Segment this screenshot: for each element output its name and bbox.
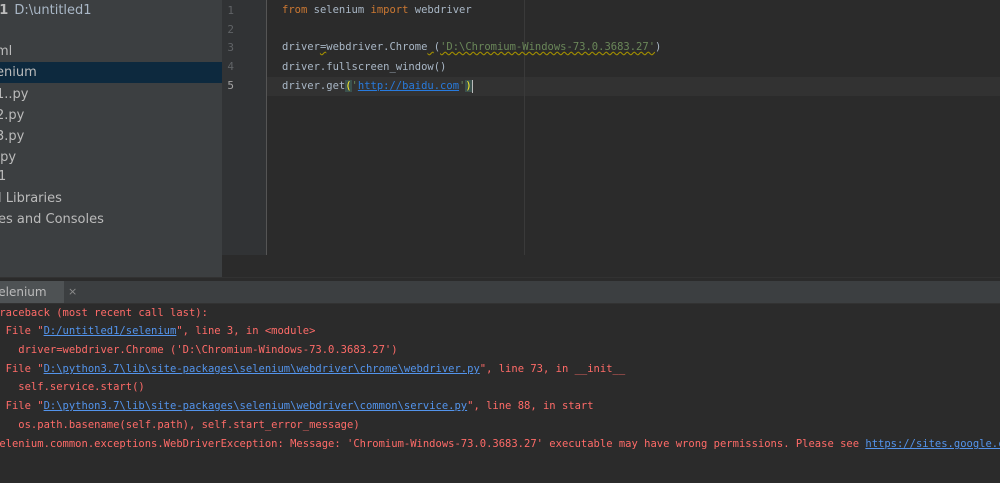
code-line-3: driver=webdriver.Chrome ('D:\Chromium-Wi… <box>282 38 661 56</box>
text-caret <box>471 79 473 93</box>
code-paren: ) <box>655 41 662 53</box>
code-call: webdriver.Chrome <box>326 41 428 53</box>
file-link[interactable]: D:\python3.7\lib\site-packages\selenium\… <box>44 400 468 412</box>
file-link[interactable]: D:\python3.7\lib\site-packages\selenium\… <box>44 363 480 375</box>
tree-item-label: 1..py <box>0 87 29 102</box>
keyword: from <box>282 4 308 16</box>
code-line-4: driver.fullscreen_window() <box>282 61 447 73</box>
line-number: 3 <box>227 41 234 54</box>
console-line: os.path.basename(self.path), self.start_… <box>0 419 360 431</box>
tree-item-label: enium <box>0 65 37 80</box>
line-number: 4 <box>227 60 234 73</box>
run-console-output[interactable]: Traceback (most recent call last): File … <box>0 304 1000 483</box>
tree-item[interactable]: .py <box>0 147 222 168</box>
module-name: selenium <box>307 4 371 16</box>
console-text: File " <box>5 400 44 412</box>
file-link[interactable]: D:/untitled1/selenium <box>44 325 177 337</box>
code-editor[interactable]: 1 2 3 4 5 from selenium import webdriver… <box>222 0 1000 277</box>
console-line-exception: selenium.common.exceptions.WebDriverExce… <box>0 435 1000 454</box>
tree-item[interactable]: es and Consoles <box>0 209 222 230</box>
import-name: webdriver <box>408 4 472 16</box>
line-number: 2 <box>227 23 234 36</box>
close-icon[interactable]: × <box>68 283 77 301</box>
code-identifier: driver.get <box>282 80 346 92</box>
tree-item[interactable]: 1 <box>0 166 222 187</box>
line-number: 1 <box>227 4 234 17</box>
tree-item-label: 1 <box>0 169 7 184</box>
tree-item-label: es and Consoles <box>0 212 104 227</box>
console-line: File "D:/untitled1/selenium", line 3, in… <box>0 322 316 341</box>
tree-item[interactable]: ml <box>0 41 222 62</box>
project-panel: d1D:\untitled1 ml enium 1..py 2.py 3.py … <box>0 0 222 277</box>
console-text: ", line 88, in start <box>467 400 594 412</box>
tree-item[interactable]: 2.py <box>0 105 222 126</box>
run-tab-label: selenium <box>0 285 47 299</box>
help-link[interactable]: https://sites.google.com/a/chromium.org/… <box>865 438 1000 450</box>
keyword: import <box>370 4 409 16</box>
run-tab-bar: selenium × <box>0 281 1000 304</box>
console-line: driver=webdriver.Chrome ('D:\Chromium-Wi… <box>0 344 398 356</box>
tree-item-label: .py <box>0 150 17 165</box>
console-text: selenium.common.exceptions.WebDriverExce… <box>0 438 866 450</box>
console-text: ", line 73, in __init__ <box>479 363 626 375</box>
console-line: self.service.start() <box>0 381 145 393</box>
console-line: Traceback (most recent call last): <box>0 307 208 319</box>
project-path: D:\untitled1 <box>14 3 92 18</box>
tree-item-label: 2.py <box>0 108 25 123</box>
code-line-5: driver.get('http://baidu.com') <box>282 77 473 95</box>
tree-item[interactable]: 3.py <box>0 126 222 147</box>
console-line: File "D:\python3.7\lib\site-packages\sel… <box>0 360 626 379</box>
project-name: d1 <box>0 3 9 18</box>
tree-item[interactable]: 1..py <box>0 84 222 105</box>
console-text: File " <box>5 325 44 337</box>
tree-item-label: l Libraries <box>0 191 62 206</box>
tree-item[interactable]: l Libraries <box>0 188 222 209</box>
console-text: ", line 3, in <module> <box>176 325 316 337</box>
line-number-gutter[interactable]: 1 2 3 4 5 <box>222 0 267 255</box>
code-identifier: driver <box>282 41 320 53</box>
tree-item-selected[interactable]: enium <box>0 62 222 83</box>
project-header[interactable]: d1 D:\untitled1 <box>0 0 92 22</box>
console-text: File " <box>5 363 44 375</box>
code-url-link[interactable]: http://baidu.com <box>358 80 459 92</box>
line-number-current: 5 <box>227 79 234 92</box>
console-line: File "D:\python3.7\lib\site-packages\sel… <box>0 397 594 416</box>
code-string-path: 'D:\Chromium-Windows-73.0.3683.27' <box>440 41 656 53</box>
run-tab-selenium[interactable]: selenium <box>0 281 64 303</box>
tree-item-label: 3.py <box>0 129 25 144</box>
tree-item-label: ml <box>0 44 13 59</box>
code-line-1: from selenium import webdriver <box>282 1 472 19</box>
